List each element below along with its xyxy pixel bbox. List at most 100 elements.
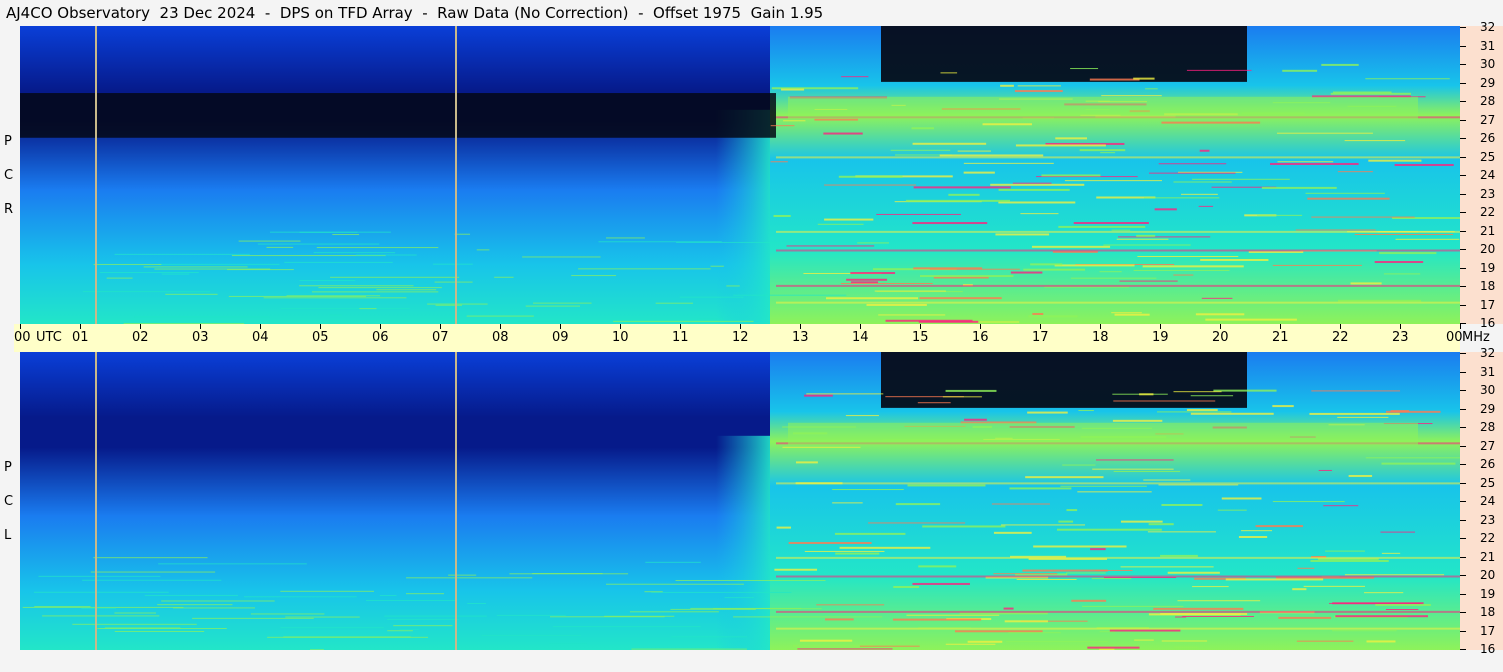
rfi-streak	[1276, 132, 1373, 134]
rfi-streak	[1383, 273, 1421, 275]
time-tick	[740, 324, 741, 329]
rfi-streak	[832, 502, 863, 504]
freq-tick-label: 31	[1480, 39, 1496, 53]
rfi-streak	[405, 593, 445, 595]
rfi-streak	[1198, 205, 1214, 207]
rfi-streak	[1147, 531, 1216, 533]
rfi-streak	[917, 402, 951, 404]
rfi-streak	[1344, 140, 1406, 142]
rfi-streak	[948, 193, 980, 196]
rfi-line	[776, 556, 1460, 559]
rfi-streak	[840, 282, 933, 284]
rfi-streak	[533, 302, 592, 304]
rfi-streak	[72, 623, 197, 625]
rfi-streak	[376, 289, 437, 291]
rfi-streak	[90, 571, 216, 573]
rfi-streak	[310, 649, 324, 650]
rfi-streak	[1394, 163, 1454, 166]
freq-tick-label: 30	[1480, 57, 1496, 71]
rfi-streak	[1003, 607, 1014, 610]
rfi-streak	[838, 175, 903, 178]
rfi-streak	[1154, 208, 1177, 211]
rfi-streak	[918, 320, 979, 323]
rfi-streak	[1158, 163, 1227, 165]
time-tick	[1400, 324, 1401, 329]
rfi-streak	[1192, 586, 1229, 588]
rfi-streak	[1070, 68, 1099, 70]
rfi-streak	[629, 611, 719, 613]
rfi-streak	[1257, 214, 1303, 216]
time-tick	[1340, 324, 1341, 329]
rfi-streak	[1350, 282, 1382, 285]
freq-tick	[1460, 249, 1466, 250]
rfi-streak	[1148, 523, 1174, 526]
rfi-streak	[1381, 462, 1456, 465]
time-tick-label: 15	[912, 330, 929, 345]
rfi-streak	[299, 285, 414, 287]
rfi-streak	[993, 531, 1032, 534]
lcp-letter-c: C	[4, 494, 14, 509]
rfi-streak	[393, 625, 453, 627]
rfi-streak	[782, 446, 861, 448]
rfi-streak	[954, 630, 1043, 633]
rfi-streak	[713, 608, 822, 610]
rfi-streak	[355, 254, 417, 256]
rfi-streak	[1295, 229, 1376, 231]
rfi-streak	[266, 246, 294, 248]
rfi-streak	[697, 318, 724, 320]
rfi-streak	[161, 273, 190, 275]
time-tick	[380, 324, 381, 329]
rfi-streak	[655, 302, 693, 304]
rfi-streak	[1167, 571, 1220, 574]
freq-tick-label: 32	[1480, 346, 1496, 360]
rfi-streak	[1015, 144, 1106, 147]
rfi-streak	[1054, 264, 1135, 267]
rfi-streak	[866, 303, 927, 306]
rfi-streak	[1269, 162, 1359, 165]
rfi-line	[776, 249, 1460, 252]
freq-tick-label: 29	[1480, 402, 1496, 416]
rfi-streak	[876, 213, 961, 215]
rfi-streak	[1366, 640, 1396, 643]
rfi-streak	[1017, 85, 1061, 87]
rfi-streak	[1082, 605, 1184, 607]
rfi-line	[776, 230, 1460, 233]
rfi-streak	[1149, 172, 1236, 174]
freq-tick	[1460, 557, 1466, 558]
time-tick	[800, 324, 801, 329]
rfi-streak	[82, 291, 211, 293]
rfi-streak	[1277, 161, 1334, 163]
rfi-streak	[299, 231, 358, 233]
rfi-streak	[799, 639, 853, 642]
rfi-streak	[158, 263, 280, 265]
rfi-streak	[1077, 491, 1152, 493]
freq-tick	[1460, 594, 1466, 595]
rfi-streak	[604, 615, 675, 617]
rfi-streak	[143, 266, 248, 268]
rfi-streak	[841, 76, 869, 78]
rfi-streak	[835, 552, 880, 555]
rfi-streak	[770, 161, 788, 163]
freq-tick-label: 23	[1480, 187, 1496, 201]
rfi-streak	[522, 256, 601, 258]
rfi-streak	[1173, 181, 1232, 183]
freq-tick	[1460, 372, 1466, 373]
time-tick-label: 20	[1212, 330, 1229, 345]
lcp-label: L C P	[0, 352, 20, 650]
rfi-streak	[963, 162, 1054, 164]
freq-tick-label: 24	[1480, 168, 1496, 182]
time-tick-label: 01	[72, 330, 89, 345]
time-tick	[1100, 324, 1101, 329]
rfi-streak	[1109, 629, 1181, 632]
time-tick	[500, 324, 501, 329]
time-tick-label: 08	[492, 330, 509, 345]
rfi-streak	[724, 597, 754, 599]
rfi-streak	[316, 247, 439, 249]
rfi-streak	[114, 612, 157, 614]
freq-tick	[1460, 631, 1466, 632]
rfi-streak	[922, 525, 1006, 528]
rfi-streak	[228, 295, 367, 297]
lcp-frequency-axis: 32 31 30 29 28 27 26 25 24 23 22 21 20 19 18 17 16	[1460, 347, 1503, 655]
rfi-streak	[995, 233, 1050, 236]
freq-tick	[1460, 101, 1466, 102]
